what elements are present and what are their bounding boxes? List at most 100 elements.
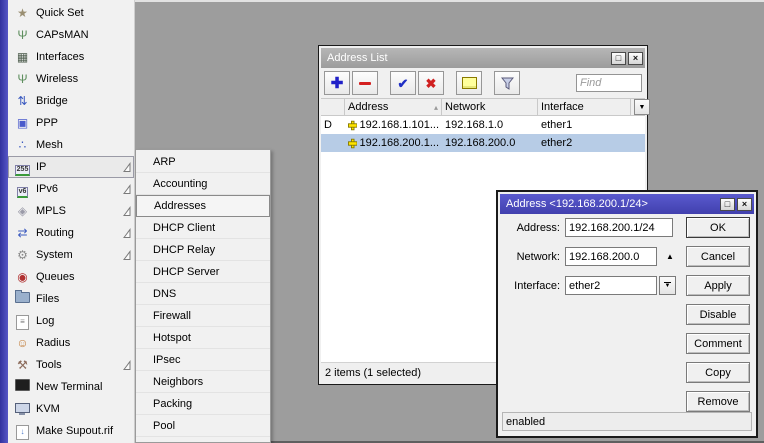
disable-button[interactable]: ✖ (418, 71, 444, 95)
sidebar-item-label: KVM (36, 403, 60, 415)
submenu-item-arp[interactable]: ARP (136, 151, 270, 173)
submenu-item-dhcp-server[interactable]: DHCP Server (136, 261, 270, 283)
sidebar-item-new-terminal[interactable]: New Terminal (8, 376, 134, 398)
submenu-item-hotspot[interactable]: Hotspot (136, 327, 270, 349)
row-interface-cell: ether1 (541, 119, 573, 131)
apply-button[interactable]: Apply (686, 275, 750, 296)
sidebar-item-label: Queues (36, 271, 75, 283)
disable-button[interactable]: Disable (686, 304, 750, 325)
sidebar-item-interfaces[interactable]: ▦ Interfaces (8, 46, 134, 68)
close-button[interactable]: × (737, 197, 752, 211)
row-address-cell: 192.168.200.1... (345, 134, 442, 152)
column-selector-button[interactable]: ▼ (634, 99, 650, 115)
flags-column-header[interactable] (321, 99, 345, 115)
column-label: Network (445, 101, 486, 113)
collapse-arrow-icon[interactable]: ▲ (666, 252, 674, 261)
winbox-main-window: ★ Quick Set Ψ CAPsMAN ▦ Interfaces Ψ Wir… (0, 0, 764, 443)
sidebar-item-ip[interactable]: 255 IP (8, 156, 134, 178)
sidebar-item-label: Routing (36, 227, 74, 239)
sidebar-item-kvm[interactable]: KVM (8, 398, 134, 420)
submenu-item-packing[interactable]: Packing (136, 393, 270, 415)
filter-button[interactable] (494, 71, 520, 95)
row-flag (321, 134, 345, 152)
network-field[interactable] (565, 247, 657, 266)
comment-button[interactable]: Comment (686, 333, 750, 354)
row-address-cell: 192.168.1.101... (345, 116, 442, 134)
maximize-button[interactable]: □ (611, 51, 626, 65)
row-network-cell: 192.168.200.0 (445, 137, 516, 149)
remove-button[interactable] (352, 71, 378, 95)
sidebar-item-label: Interfaces (36, 51, 85, 63)
address-dialog-titlebar[interactable]: Address <192.168.200.1/24> □ × (500, 194, 754, 214)
sidebar-item-make-supout[interactable]: ↓ Make Supout.rif (8, 420, 134, 442)
interface-field-label: Interface: (514, 279, 560, 292)
sidebar-item-wireless[interactable]: Ψ Wireless (8, 68, 134, 90)
sidebar-item-label: Radius (36, 337, 71, 349)
comment-button[interactable] (456, 71, 482, 95)
monitor-icon (14, 401, 31, 418)
address-field[interactable] (565, 218, 673, 237)
sidebar-item-routing[interactable]: ⇄ Routing (8, 222, 134, 244)
column-label: Address (348, 101, 389, 113)
gear-icon: ⚙ (17, 247, 28, 262)
address-icon (348, 138, 358, 148)
canvas-top-highlight (135, 0, 764, 2)
sidebar-item-tools[interactable]: ⚒ Tools (8, 354, 134, 376)
sidebar-item-bridge[interactable]: ⇅ Bridge (8, 90, 134, 112)
submenu-item-accounting[interactable]: Accounting (136, 173, 270, 195)
interface-column-header[interactable]: Interface (538, 99, 631, 115)
submenu-item-ipsec[interactable]: IPsec (136, 349, 270, 371)
mesh-dots-icon: ∴ (18, 137, 27, 152)
cancel-button[interactable]: Cancel (686, 246, 750, 267)
row-network-cell: 192.168.1.0 (445, 119, 504, 131)
submenu-item-dhcp-client[interactable]: DHCP Client (136, 217, 270, 239)
note-icon (461, 77, 477, 89)
find-input[interactable] (576, 74, 642, 92)
remove-button[interactable]: Remove (686, 391, 750, 412)
enable-button[interactable]: ✔ (390, 71, 416, 95)
left-accent-strip (0, 0, 8, 443)
submenu-arrow-icon (123, 228, 131, 238)
bridge-arrows-icon: ⇅ (17, 93, 28, 108)
wand-icon: ★ (17, 5, 28, 20)
close-button[interactable]: × (628, 51, 643, 65)
antenna-icon: Ψ (17, 71, 28, 86)
address-list-titlebar[interactable]: Address List □ × (321, 48, 645, 68)
network-column-header[interactable]: Network (442, 99, 538, 115)
ok-button[interactable]: OK (686, 217, 750, 238)
sidebar-item-mpls[interactable]: ◈ MPLS (8, 200, 134, 222)
address-value: 192.168.1.101... (359, 119, 439, 131)
copy-button[interactable]: Copy (686, 362, 750, 383)
submenu-item-pool[interactable]: Pool (136, 415, 270, 437)
address-icon (348, 120, 358, 130)
submenu-item-dhcp-relay[interactable]: DHCP Relay (136, 239, 270, 261)
sidebar-item-system[interactable]: ⚙ System (8, 244, 134, 266)
table-header: Address ▴ Network Interface ▼ (321, 98, 650, 116)
sidebar-item-radius[interactable]: ☺ Radius (8, 332, 134, 354)
sidebar-item-log[interactable]: ≡ Log (8, 310, 134, 332)
submenu-item-dns[interactable]: DNS (136, 283, 270, 305)
dialog-title: Address <192.168.200.1/24> (506, 198, 648, 210)
submenu-item-neighbors[interactable]: Neighbors (136, 371, 270, 393)
mpls-tags-icon: ◈ (17, 203, 28, 218)
sidebar-item-files[interactable]: Files (8, 288, 134, 310)
sidebar-item-quick-set[interactable]: ★ Quick Set (8, 2, 134, 24)
sidebar-item-capsman[interactable]: Ψ CAPsMAN (8, 24, 134, 46)
interface-field[interactable] (565, 276, 657, 295)
maximize-button[interactable]: □ (720, 197, 735, 211)
gauge-icon: ◉ (17, 269, 28, 284)
interface-dropdown-button[interactable]: ▼ (659, 276, 676, 295)
sidebar-item-label: Make Supout.rif (36, 425, 114, 437)
submenu-item-addresses[interactable]: Addresses (136, 195, 270, 217)
sidebar-item-label: MPLS (36, 205, 66, 217)
sidebar-item-ipv6[interactable]: v6 IPv6 (8, 178, 134, 200)
table-row-selected[interactable]: 192.168.200.1... 192.168.200.0 ether2 (321, 134, 645, 152)
sidebar-item-mesh[interactable]: ∴ Mesh (8, 134, 134, 156)
sidebar-item-ppp[interactable]: ▣ PPP (8, 112, 134, 134)
table-row[interactable]: D 192.168.1.101... 192.168.1.0 ether1 (321, 116, 645, 134)
add-button[interactable]: ✚ (324, 71, 350, 95)
address-column-header[interactable]: Address ▴ (345, 99, 442, 115)
submenu-item-firewall[interactable]: Firewall (136, 305, 270, 327)
submenu-arrow-icon (123, 360, 131, 370)
sidebar-item-queues[interactable]: ◉ Queues (8, 266, 134, 288)
